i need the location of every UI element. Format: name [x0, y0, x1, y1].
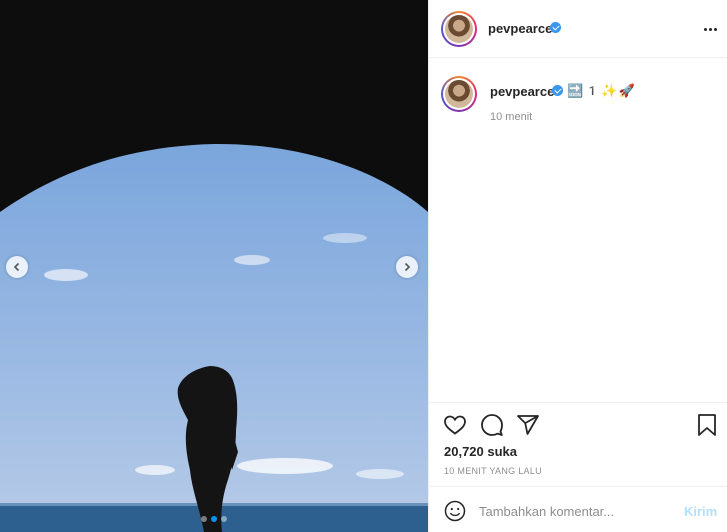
slide-dot-active	[211, 516, 217, 522]
more-icon-dot	[713, 27, 717, 31]
avatar-image	[445, 15, 473, 43]
comment-input[interactable]	[479, 500, 675, 522]
previous-slide-button[interactable]	[6, 256, 28, 278]
emoji-button[interactable]	[444, 500, 466, 522]
slide-dot	[221, 516, 227, 522]
comment-button[interactable]	[480, 413, 504, 437]
username-link[interactable]: pevpearce	[488, 21, 552, 36]
heart-icon	[444, 415, 466, 435]
more-options-button[interactable]	[700, 19, 720, 39]
slide-dot	[201, 516, 207, 522]
next-slide-button[interactable]	[396, 256, 418, 278]
more-icon-dot	[703, 27, 707, 31]
verified-badge-icon	[550, 22, 561, 33]
post-comment-button[interactable]: Kirim	[684, 504, 717, 519]
post-caption: pevpearce 🔜1️✨🚀 10 menit	[429, 58, 727, 402]
slide-indicator	[0, 516, 428, 522]
caption-text: 🔜1️✨🚀	[567, 83, 636, 98]
post-side-panel: pevpearce pevpearce 🔜1️✨🚀 10 menit 20,72…	[428, 0, 727, 532]
add-comment-bar: Kirim	[429, 486, 727, 532]
avatar[interactable]	[441, 11, 477, 47]
share-button[interactable]	[516, 413, 540, 437]
caption-timestamp[interactable]: 10 menit	[490, 111, 532, 123]
post-actions: 20,720 suka 10 MENIT YANG LALU	[429, 402, 727, 486]
bookmark-icon	[698, 414, 716, 436]
comment-icon	[481, 414, 503, 436]
save-button[interactable]	[695, 413, 719, 437]
smiley-icon	[444, 500, 466, 522]
post-header: pevpearce	[429, 0, 727, 58]
chevron-right-icon	[404, 262, 411, 272]
avatar-image	[445, 80, 473, 108]
caption-username-link[interactable]: pevpearce	[490, 84, 554, 99]
post-photo	[0, 0, 428, 532]
paper-plane-icon	[517, 415, 539, 435]
more-icon-dot	[708, 27, 712, 31]
post-timestamp[interactable]: 10 MENIT YANG LALU	[444, 466, 542, 476]
caption-avatar[interactable]	[441, 76, 477, 112]
like-button[interactable]	[443, 413, 467, 437]
chevron-left-icon	[13, 262, 20, 272]
post-media[interactable]	[0, 0, 428, 532]
like-count[interactable]: 20,720 suka	[444, 444, 517, 459]
verified-badge-icon	[552, 85, 563, 96]
